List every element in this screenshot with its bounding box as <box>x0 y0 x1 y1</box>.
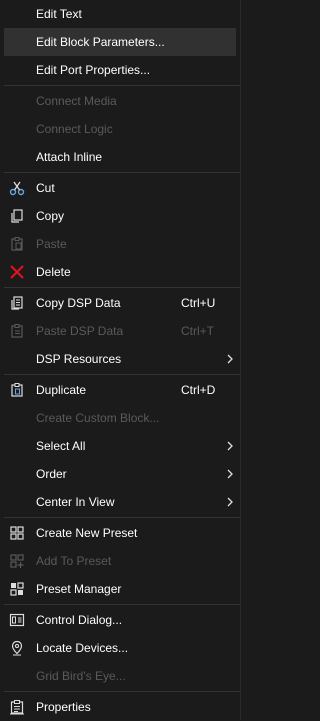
menu-item-label: Edit Block Parameters... <box>36 35 165 49</box>
menu-item-label: Edit Text <box>36 7 82 21</box>
add-preset-icon <box>8 552 26 570</box>
menu-item-label: Edit Port Properties... <box>36 63 151 77</box>
menu-item-order[interactable]: Order <box>0 460 240 488</box>
menu-item-create-new-preset[interactable]: Create New Preset <box>0 519 240 547</box>
menu-item-label: Preset Manager <box>36 582 122 596</box>
menu-item-select-all[interactable]: Select All <box>0 432 240 460</box>
properties-icon <box>8 698 26 716</box>
menu-separator <box>4 517 240 518</box>
menu-separator <box>4 85 240 86</box>
menu-item-label: Center In View <box>36 495 115 509</box>
menu-item-label: Control Dialog... <box>36 613 123 627</box>
menu-item-center-in-view[interactable]: Center In View <box>0 488 240 516</box>
menu-item-label: Paste <box>36 237 67 251</box>
menu-item-delete[interactable]: Delete <box>0 258 240 286</box>
menu-item-create-custom-block: Create Custom Block... <box>0 404 240 432</box>
chevron-right-icon <box>226 460 234 488</box>
menu-item-attach-inline[interactable]: Attach Inline <box>0 143 240 171</box>
menu-item-label: Copy <box>36 209 65 223</box>
paste-icon <box>8 235 26 253</box>
chevron-right-icon <box>226 345 234 373</box>
menu-item-cut[interactable]: Cut <box>0 174 240 202</box>
menu-item-label: Attach Inline <box>36 150 103 164</box>
menu-item-edit-text[interactable]: Edit Text <box>0 0 240 28</box>
menu-item-label: Delete <box>36 265 71 279</box>
menu-item-edit-block-parameters[interactable]: Edit Block Parameters... <box>0 28 240 56</box>
menu-item-label: Select All <box>36 439 86 453</box>
menu-item-label: Cut <box>36 181 55 195</box>
menu-item-preset-manager[interactable]: Preset Manager <box>0 575 240 603</box>
location-pin-icon <box>8 639 26 657</box>
menu-item-label: DSP Resources <box>36 352 122 366</box>
menu-item-label: Duplicate <box>36 383 87 397</box>
menu-separator <box>4 374 240 375</box>
copy-data-icon <box>8 294 26 312</box>
menu-separator <box>4 172 240 173</box>
menu-item-label: Properties <box>36 700 91 714</box>
menu-item-control-dialog[interactable]: Control Dialog... <box>0 606 240 634</box>
menu-item-shortcut: Ctrl+T <box>181 324 214 338</box>
chevron-right-icon <box>226 432 234 460</box>
menu-item-label: Create New Preset <box>36 526 138 540</box>
delete-x-icon <box>8 263 26 281</box>
menu-item-label: Copy DSP Data <box>36 296 121 310</box>
menu-item-copy-dsp-data[interactable]: Copy DSP Data Ctrl+U <box>0 289 240 317</box>
menu-separator <box>4 604 240 605</box>
menu-item-duplicate[interactable]: Duplicate Ctrl+D <box>0 376 240 404</box>
chevron-right-icon <box>226 488 234 516</box>
menu-item-connect-media: Connect Media <box>0 87 240 115</box>
menu-item-label: Create Custom Block... <box>36 411 160 425</box>
menu-item-label: Grid Bird's Eye... <box>36 669 126 683</box>
preset-manager-icon <box>8 580 26 598</box>
menu-item-connect-logic: Connect Logic <box>0 115 240 143</box>
duplicate-icon <box>8 381 26 399</box>
copy-icon <box>8 207 26 225</box>
menu-item-label: Connect Logic <box>36 122 113 136</box>
scissors-icon <box>8 179 26 197</box>
create-preset-icon <box>8 524 26 542</box>
paste-data-icon <box>8 322 26 340</box>
menu-item-grid-birds-eye: Grid Bird's Eye... <box>0 662 240 690</box>
menu-item-label: Paste DSP Data <box>36 324 124 338</box>
menu-item-label: Connect Media <box>36 94 117 108</box>
menu-item-label: Order <box>36 467 67 481</box>
context-menu: Edit Text Edit Block Parameters... Edit … <box>0 0 241 720</box>
menu-item-add-to-preset: Add To Preset <box>0 547 240 575</box>
menu-item-locate-devices[interactable]: Locate Devices... <box>0 634 240 662</box>
menu-item-label: Add To Preset <box>36 554 112 568</box>
menu-item-shortcut: Ctrl+D <box>181 383 216 397</box>
menu-item-dsp-resources[interactable]: DSP Resources <box>0 345 240 373</box>
menu-item-paste: Paste <box>0 230 240 258</box>
menu-item-properties[interactable]: Properties <box>0 693 240 721</box>
menu-item-label: Locate Devices... <box>36 641 129 655</box>
menu-item-copy[interactable]: Copy <box>0 202 240 230</box>
menu-item-edit-port-properties[interactable]: Edit Port Properties... <box>0 56 240 84</box>
menu-separator <box>4 287 240 288</box>
menu-item-shortcut: Ctrl+U <box>181 296 216 310</box>
control-dialog-icon <box>8 611 26 629</box>
menu-item-paste-dsp-data: Paste DSP Data Ctrl+T <box>0 317 240 345</box>
menu-separator <box>4 691 240 692</box>
